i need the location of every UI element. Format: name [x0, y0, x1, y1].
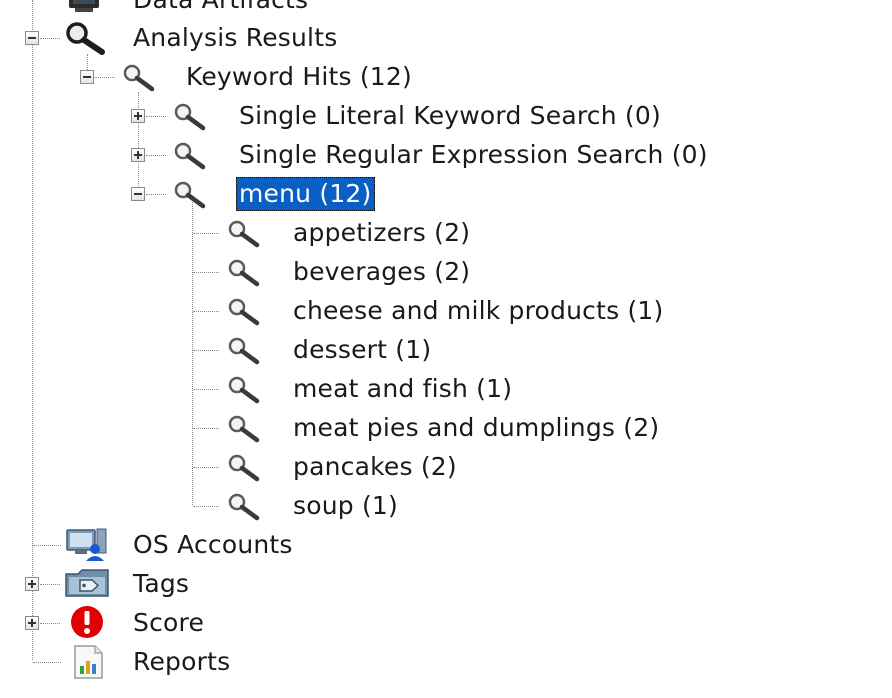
magnifier-icon — [228, 454, 260, 482]
magnifier-icon — [228, 259, 260, 287]
tree-line-h — [193, 428, 219, 429]
tree-node-keyword-pancakes[interactable]: pancakes (2) — [220, 449, 460, 485]
tree-node-label: Score — [133, 608, 205, 637]
expand-toggle-single-regex[interactable] — [131, 148, 145, 162]
tree-line-h — [146, 116, 166, 117]
tree-node-single-regex-search[interactable]: Single Regular Expression Search (0) — [166, 137, 711, 173]
collapse-toggle-analysis-results[interactable] — [25, 31, 39, 45]
tree-node-keyword-soup[interactable]: soup (1) — [220, 488, 401, 524]
tree-line-root — [32, 0, 33, 660]
tree-line-h — [40, 623, 60, 624]
tree-line-h — [95, 77, 115, 78]
tree-line-keyword — [138, 92, 139, 192]
tree-line-h — [33, 662, 61, 663]
tree-node-analysis-results[interactable]: Analysis Results — [60, 20, 340, 56]
tree-node-single-literal-search[interactable]: Single Literal Keyword Search (0) — [166, 98, 664, 134]
tree-line-h — [193, 389, 219, 390]
tree-node-label: Tags — [133, 569, 190, 598]
results-tree: Data Artifacts Analysis Results Keyword … — [0, 0, 892, 698]
tree-line-h — [40, 38, 60, 39]
tree-node-data-artifacts[interactable]: Data Artifacts — [60, 0, 311, 18]
tree-node-reports[interactable]: Reports — [60, 644, 233, 680]
tree-line-h — [193, 233, 219, 234]
tree-line-h — [193, 506, 219, 507]
tree-node-label: Data Artifacts — [130, 0, 311, 17]
tree-line-h — [193, 272, 219, 273]
tree-node-keyword-hits[interactable]: Keyword Hits (12) — [115, 59, 415, 95]
tree-node-score[interactable]: Score — [60, 605, 207, 641]
tag-icon — [65, 569, 109, 597]
tree-node-os-accounts[interactable]: OS Accounts — [60, 527, 296, 563]
expand-toggle-tags[interactable] — [25, 577, 39, 591]
alert-icon — [71, 606, 103, 638]
tree-node-label: meat pies and dumplings (2) — [293, 413, 660, 442]
collapse-toggle-keyword-hits[interactable] — [80, 70, 94, 84]
tree-node-label: appetizers (2) — [293, 218, 471, 247]
magnifier-icon — [174, 181, 206, 209]
magnifier-icon — [66, 22, 105, 55]
os-accounts-icon — [66, 528, 107, 561]
expand-toggle-score[interactable] — [25, 616, 39, 630]
tree-line-h — [33, 545, 61, 546]
tree-node-label: Reports — [133, 647, 231, 676]
collapse-toggle-menu[interactable] — [131, 187, 145, 201]
tree-line-menu — [192, 202, 193, 505]
tree-node-label: Single Regular Expression Search (0) — [239, 140, 708, 169]
tree-node-keyword-beverages[interactable]: beverages (2) — [220, 254, 473, 290]
tree-line-h — [193, 350, 219, 351]
tree-node-label: OS Accounts — [133, 530, 293, 559]
tree-node-tags[interactable]: Tags — [60, 566, 192, 602]
tree-node-keyword-cheese-and-milk-products[interactable]: cheese and milk products (1) — [220, 293, 667, 329]
tree-line-h — [193, 311, 219, 312]
tree-node-label: cheese and milk products (1) — [293, 296, 664, 325]
tree-node-label: Keyword Hits (12) — [186, 62, 412, 91]
magnifier-icon — [228, 298, 260, 326]
tree-node-label: pancakes (2) — [293, 452, 457, 481]
tree-node-keyword-appetizers[interactable]: appetizers (2) — [220, 215, 473, 251]
tree-node-label: menu (12) — [236, 177, 375, 211]
tree-node-label: soup (1) — [293, 491, 398, 520]
magnifier-icon — [228, 376, 260, 404]
magnifier-icon — [228, 220, 260, 248]
tree-line-h — [146, 155, 166, 156]
magnifier-icon — [228, 493, 260, 521]
tree-node-label: Analysis Results — [133, 23, 338, 52]
magnifier-icon — [174, 103, 206, 131]
tree-node-label: beverages (2) — [293, 257, 471, 286]
tree-node-keyword-meat-and-fish[interactable]: meat and fish (1) — [220, 371, 515, 407]
tree-node-menu[interactable]: menu (12) — [166, 176, 375, 212]
report-icon — [74, 645, 103, 679]
magnifier-icon — [174, 142, 206, 170]
magnifier-icon — [228, 337, 260, 365]
tree-line-h — [146, 194, 166, 195]
tree-node-label: meat and fish (1) — [293, 374, 513, 403]
tree-node-keyword-meat-pies-and-dumplings[interactable]: meat pies and dumplings (2) — [220, 410, 662, 446]
tree-line-h — [193, 467, 219, 468]
expand-toggle-single-literal[interactable] — [131, 109, 145, 123]
magnifier-icon — [123, 64, 155, 92]
tree-node-label: Single Literal Keyword Search (0) — [239, 101, 661, 130]
tree-line-h — [40, 584, 60, 585]
tree-node-keyword-dessert[interactable]: dessert (1) — [220, 332, 434, 368]
data-artifacts-icon — [69, 0, 99, 12]
tree-node-label: dessert (1) — [293, 335, 432, 364]
magnifier-icon — [228, 415, 260, 443]
